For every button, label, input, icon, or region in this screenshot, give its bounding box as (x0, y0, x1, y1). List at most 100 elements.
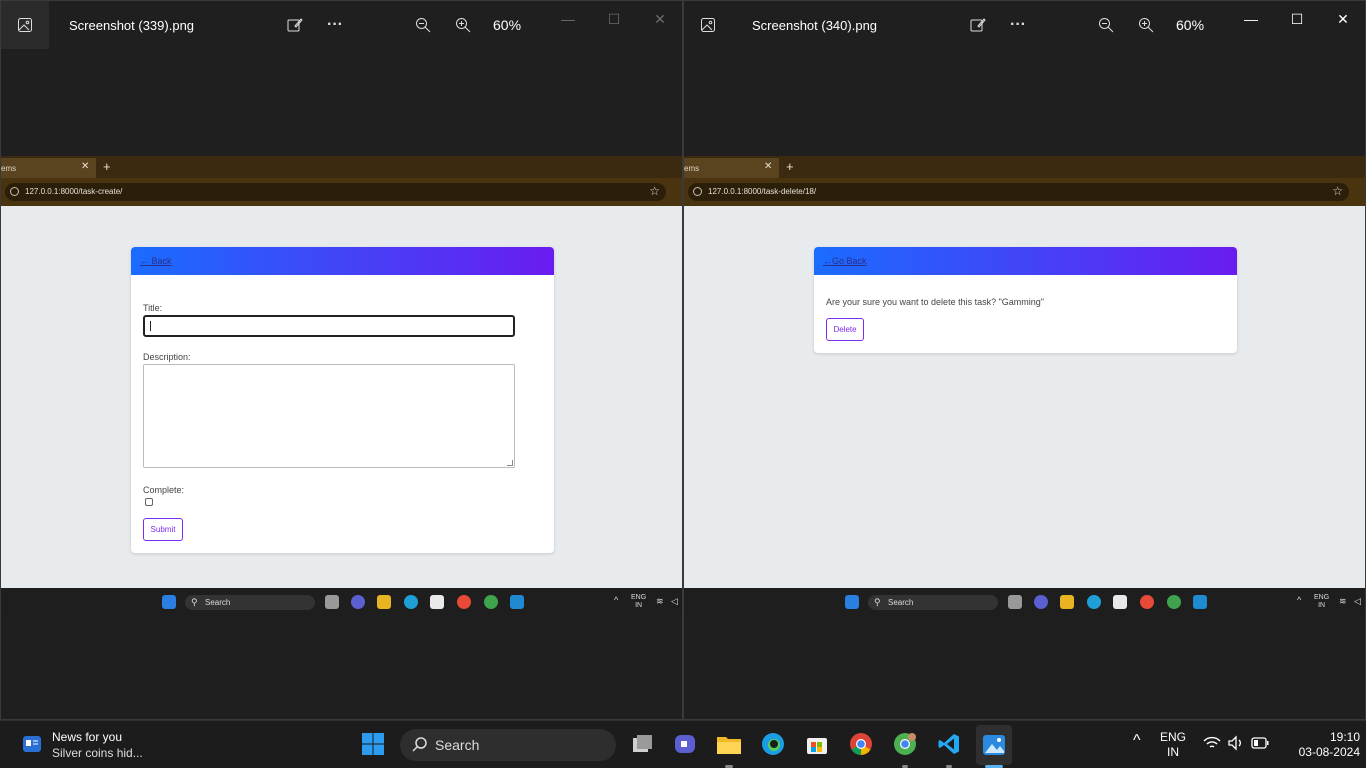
language-indicator[interactable]: ENG IN (1160, 730, 1186, 760)
lang-line1: ENG (631, 594, 647, 601)
go-back-link[interactable]: ←Go Back (823, 256, 867, 266)
description-label: Description: (143, 352, 191, 362)
teams-chat-icon[interactable] (672, 731, 698, 757)
store-icon (430, 595, 444, 609)
wifi-icon[interactable] (1202, 732, 1222, 754)
battery-icon[interactable] (1250, 732, 1270, 754)
task-delete-card: ←Go Back Are your sure you want to delet… (814, 247, 1237, 353)
more-options-icon[interactable]: ··· (325, 15, 345, 35)
minimize-button[interactable]: — (1236, 9, 1266, 29)
submit-button[interactable]: Submit (143, 518, 183, 541)
volume-icon: ◁ (1354, 596, 1361, 606)
chrome-icon[interactable] (848, 731, 874, 757)
back-link[interactable]: ← Back (140, 256, 172, 266)
tab-label: ems (684, 164, 700, 173)
volume-icon[interactable] (1226, 732, 1246, 754)
vscode-icon[interactable] (936, 731, 962, 757)
show-hidden-icons-chevron-icon[interactable]: ^ (1133, 733, 1141, 749)
title-label: Title: (143, 303, 163, 313)
zoom-out-icon[interactable] (413, 15, 433, 35)
address-bar: 127.0.0.1:8000/task-create/ ☆ (1, 178, 682, 206)
chrome-profile-icon (484, 595, 498, 609)
file-name: Screenshot (339).png (69, 17, 195, 33)
task-create-card: ← Back Title: Description: Complete: Sub… (131, 247, 554, 553)
clock[interactable]: 19:10 03-08-2024 (1290, 730, 1360, 760)
photos-window-left: Screenshot (339).png ··· 60% — ☐ ✕ ems ✕… (0, 0, 683, 720)
language-indicator: ENG IN (1314, 594, 1329, 610)
edit-image-icon[interactable] (285, 15, 305, 35)
windows-start-icon (845, 595, 859, 609)
photos-app-icon[interactable] (684, 1, 732, 49)
screenshot-search-box: ⚲ Search (868, 595, 998, 610)
edge-icon[interactable] (760, 731, 786, 757)
wifi-icon: ≋ (656, 596, 664, 606)
screenshot-taskbar: ⚲ Search ^ ENG IN ≋ ◁ (1, 588, 682, 618)
delete-confirm-message: Are your sure you want to delete this ta… (826, 297, 1044, 307)
tab-close-icon[interactable]: ✕ (764, 161, 772, 172)
lang-line2: IN (635, 602, 643, 609)
zoom-level[interactable]: 60% (493, 17, 521, 33)
site-info-icon[interactable] (693, 187, 702, 196)
bookmark-star-icon[interactable]: ☆ (1332, 184, 1343, 198)
clock-time: 19:10 (1329, 730, 1360, 744)
search-label: Search (205, 598, 231, 607)
zoom-in-icon[interactable] (453, 15, 473, 35)
edge-icon (1087, 595, 1101, 609)
maximize-button[interactable]: ☐ (599, 9, 629, 29)
search-icon (412, 737, 427, 752)
search-label: Search (888, 598, 914, 607)
complete-checkbox[interactable] (145, 498, 153, 506)
photos-app-icon[interactable] (976, 725, 1012, 765)
clock-date: 03-08-2024 (1298, 745, 1360, 759)
new-tab-button[interactable]: + (786, 159, 794, 174)
card-header: ←Go Back (814, 247, 1237, 275)
edit-image-icon[interactable] (968, 15, 988, 35)
description-textarea[interactable] (143, 364, 515, 468)
zoom-level[interactable]: 60% (1176, 17, 1204, 33)
screenshot-taskbar: ⚲ Search ^ ENG IN ≋ ◁ (684, 588, 1365, 618)
browser-tab-strip: ems ✕ + (1, 156, 682, 178)
more-options-icon[interactable]: ··· (1008, 15, 1028, 35)
url-field[interactable]: 127.0.0.1:8000/task-delete/18/ ☆ (688, 183, 1349, 201)
lang-line2: IN (1167, 745, 1179, 759)
chrome-profile-icon[interactable] (892, 731, 918, 757)
lang-line1: ENG (1314, 594, 1330, 601)
task-view-icon[interactable] (629, 731, 655, 757)
browser-screenshot: ems ✕ + 127.0.0.1:8000/task-create/ ☆ ← … (1, 156, 682, 588)
microsoft-store-icon[interactable] (804, 731, 830, 757)
windows-start-icon[interactable] (360, 731, 386, 757)
web-page: ← Back Title: Description: Complete: Sub… (1, 206, 682, 588)
tab-close-icon[interactable]: ✕ (81, 161, 89, 172)
maximize-button[interactable]: ☐ (1282, 9, 1312, 29)
taskbar-search[interactable]: Search (400, 729, 616, 761)
delete-button[interactable]: Delete (826, 318, 864, 341)
bookmark-star-icon[interactable]: ☆ (649, 184, 660, 198)
photos-app-icon[interactable] (1, 1, 49, 49)
news-title: News for you (52, 730, 123, 744)
new-tab-button[interactable]: + (103, 159, 111, 174)
minimize-button[interactable]: — (553, 9, 583, 29)
title-bar: Screenshot (339).png ··· 60% — ☐ ✕ (1, 1, 682, 49)
search-label: Search (435, 737, 480, 753)
web-page: ←Go Back Are your sure you want to delet… (684, 206, 1365, 588)
search-icon: ⚲ (874, 597, 881, 607)
text-caret (150, 321, 151, 331)
task-view-icon (1008, 595, 1022, 609)
close-button[interactable]: ✕ (645, 9, 675, 29)
url-field[interactable]: 127.0.0.1:8000/task-create/ ☆ (5, 183, 666, 201)
title-input[interactable] (143, 315, 515, 337)
zoom-in-icon[interactable] (1136, 15, 1156, 35)
title-bar: Screenshot (340).png ··· 60% — ☐ ✕ (684, 1, 1365, 49)
browser-screenshot: ems ✕ + 127.0.0.1:8000/task-delete/18/ ☆… (684, 156, 1365, 588)
resize-handle-icon[interactable] (507, 460, 513, 466)
zoom-out-icon[interactable] (1096, 15, 1116, 35)
news-icon (23, 736, 41, 752)
close-button[interactable]: ✕ (1328, 9, 1358, 29)
site-info-icon[interactable] (10, 187, 19, 196)
address-bar: 127.0.0.1:8000/task-delete/18/ ☆ (684, 178, 1365, 206)
tab-label: ems (1, 164, 17, 173)
store-icon (1113, 595, 1127, 609)
browser-tab-strip: ems ✕ + (684, 156, 1365, 178)
file-explorer-icon[interactable] (716, 731, 742, 757)
wifi-icon: ≋ (1339, 596, 1347, 606)
